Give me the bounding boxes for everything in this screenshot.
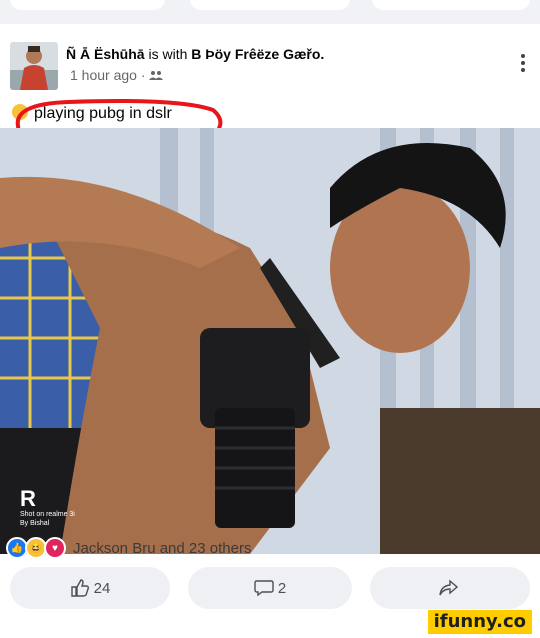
avatar[interactable] xyxy=(10,42,58,90)
previous-post-strip xyxy=(0,0,540,24)
post-header-line: Ñ Ā Ëshūhā is with B Þöy Frêëze Gæřo. xyxy=(66,46,324,62)
previous-action-pill xyxy=(372,0,530,10)
love-icon: ♥ xyxy=(44,537,66,559)
comment-count: 2 xyxy=(277,579,287,597)
action-bar: 24 2 xyxy=(0,565,540,615)
author-name[interactable]: Ñ Ā Ëshūhā xyxy=(66,46,145,62)
share-icon xyxy=(439,579,458,596)
camera-watermark: R Shot on realme 3i By Bishal xyxy=(20,488,75,528)
tagged-name[interactable]: B Þöy Frêëze Gæřo. xyxy=(191,46,324,62)
post-meta: 1 hour ago · xyxy=(70,67,164,83)
timestamp[interactable]: 1 hour ago xyxy=(70,67,137,83)
meta-separator: · xyxy=(140,67,146,83)
comment-button[interactable]: 2 xyxy=(188,567,352,609)
more-options-icon[interactable] xyxy=(520,54,526,72)
reactions-summary[interactable]: Jackson Bru and 23 others xyxy=(73,540,251,557)
comment-icon xyxy=(254,580,274,597)
watermark-line: Shot on realme 3i xyxy=(20,511,75,518)
post-card: Ñ Ā Ëshūhā is with B Þöy Frêëze Gæřo. 1 … xyxy=(0,24,540,569)
friends-icon xyxy=(149,67,164,83)
thumbs-up-icon xyxy=(70,579,89,597)
reactions-bar[interactable]: 👍 😆 ♥ Jackson Bru and 23 others xyxy=(6,537,251,559)
post-photo[interactable]: R Shot on realme 3i By Bishal xyxy=(0,128,540,554)
watermark-logo: R xyxy=(20,486,36,511)
like-button[interactable]: 24 xyxy=(10,567,170,609)
ifunny-watermark: ifunny.co xyxy=(427,610,532,634)
previous-action-pill xyxy=(190,0,350,10)
previous-action-pill xyxy=(10,0,165,10)
with-label: is with xyxy=(148,46,188,62)
watermark-line: By Bishal xyxy=(20,520,50,527)
like-count: 24 xyxy=(93,579,111,597)
share-button[interactable] xyxy=(370,567,530,609)
